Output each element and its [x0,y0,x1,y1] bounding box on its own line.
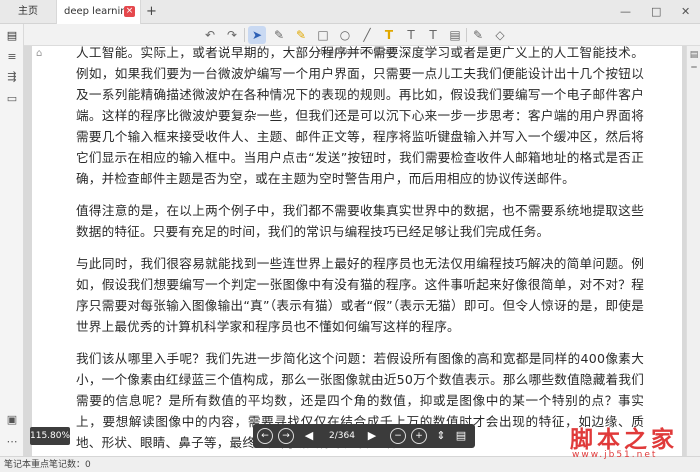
panel-toggle-icon[interactable]: ▣ [4,412,20,428]
redo-icon[interactable]: ↷ [223,26,241,44]
zoom-level[interactable]: 115.80% [30,427,70,445]
notes-icon[interactable]: ▭ [4,91,20,107]
page-layout-icon[interactable]: ▤ [453,428,469,444]
scrollbar-menu-icon[interactable]: ▤ [689,50,699,60]
scrollbar-thumb[interactable] [691,66,697,68]
toolbar-divider [244,28,245,42]
tab-document-label: deep learning [64,6,133,17]
maximize-button[interactable]: □ [651,0,661,24]
circle-icon[interactable]: ○ [336,26,354,44]
undo-icon[interactable]: ↶ [201,26,219,44]
paragraph: 值得注意的是，在以上两个例子中，我们都不需要收集真实世界中的数据，也不需要系统地… [76,203,644,239]
watermark-url: www.jb51.net [572,450,658,460]
page-indicator[interactable]: 2/364 [327,424,357,448]
window-close-button[interactable]: ✕ [681,0,690,24]
annotation-toolbar: ↶ ↷ ➤ ✎ ✎ □ ○ ╱ T T T ▤ ✎ ◇ [0,24,700,46]
forward-icon[interactable]: → [278,428,294,444]
watermark-title: 脚本之家 [570,426,678,453]
paragraph: 人工智能。实际上，或者说早期的，大部分程序并不需要深度学习或者是更广义上的人工智… [76,46,644,186]
thumbnails-icon[interactable]: ▤ [4,28,20,44]
fit-page-icon[interactable]: ⇕ [433,428,449,444]
minimize-button[interactable]: — [620,0,631,24]
rectangle-icon[interactable]: □ [314,26,332,44]
bookmarks-icon[interactable]: ⇶ [4,69,20,85]
text-highlight-icon[interactable]: T [380,26,398,44]
previous-page-icon[interactable]: ◀ [301,428,317,444]
tab-bar: 主页 deep learning × + — □ ✕ [0,0,700,24]
site-watermark: 脚本之家 www.jb51.net [562,420,696,468]
note-icon[interactable]: ▤ [446,26,464,44]
next-page-icon[interactable]: ▶ [364,428,380,444]
document-viewport[interactable]: ⌂ deep learning.pdf 人工智能。实际上，或者说早期的，大部分程… [24,46,700,460]
close-icon[interactable]: × [124,6,135,17]
select-icon[interactable]: ➤ [248,26,266,44]
toolbar-divider [466,28,467,42]
more-icon[interactable]: ⋯ [4,434,20,450]
pen-icon[interactable]: ✎ [270,26,288,44]
paragraph: 与此同时，我们很容易就能找到一些连世界上最好的程序员也无法仅用编程技巧解决的简单… [76,256,644,334]
text-icon[interactable]: T [402,26,420,44]
left-sidebar: ▤ ≡ ⇶ ▭ ▣ ⋯ [0,24,24,460]
text-box-icon[interactable]: T [424,26,442,44]
pdf-page: ⌂ deep learning.pdf 人工智能。实际上，或者说早期的，大部分程… [32,46,682,460]
new-tab-button[interactable]: + [146,0,157,24]
zoom-in-icon[interactable]: + [411,428,427,444]
zoom-out-icon[interactable]: − [390,428,406,444]
tab-document[interactable]: deep learning × [56,0,141,24]
tab-home[interactable]: 主页 [0,0,56,24]
vertical-scrollbar[interactable]: ▤ [686,46,700,460]
outline-icon[interactable]: ≡ [4,49,20,65]
notes-count: 笔记本重点笔记数：0 [4,460,91,470]
page-navigation-bar: ← → ◀ 2/364 ▶ − + ⇕ ▤ [253,424,475,448]
marker-icon[interactable]: ✎ [469,26,487,44]
page-text: 人工智能。实际上，或者说早期的，大部分程序并不需要深度学习或者是更广义上的人工智… [76,46,644,460]
line-icon[interactable]: ╱ [358,26,376,44]
back-icon[interactable]: ← [257,428,273,444]
highlighter-icon[interactable]: ✎ [292,26,310,44]
eraser-icon[interactable]: ◇ [491,26,509,44]
